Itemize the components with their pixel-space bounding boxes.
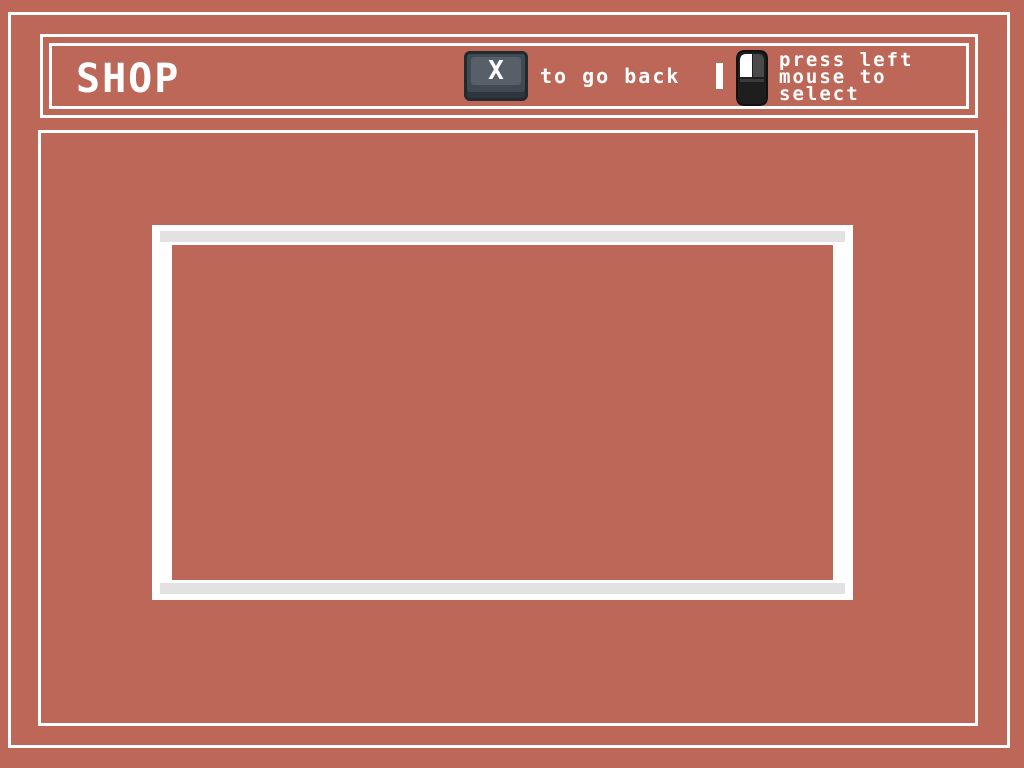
x-key-label: X [488, 56, 504, 86]
left-mouse-button-icon [736, 50, 768, 106]
shop-screen: SHOP X to go back press left mouse to se… [0, 0, 1024, 768]
shop-item-slot[interactable] [152, 225, 853, 600]
shop-header: SHOP X to go back press left mouse to se… [40, 34, 978, 118]
item-slot-inner [172, 245, 833, 580]
item-slot-bevel-top [160, 231, 845, 242]
item-slot-bevel-bottom [160, 583, 845, 594]
back-hint-text: to go back [540, 64, 681, 88]
page-title: SHOP [76, 56, 181, 102]
key-cap-top: X [471, 57, 521, 85]
header-inner-frame: SHOP X to go back press left mouse to se… [49, 43, 969, 109]
select-hint-line-3: select [779, 83, 860, 105]
hint-separator [716, 63, 723, 89]
x-key-icon[interactable]: X [464, 51, 528, 101]
select-hint-text: press left mouse to select [779, 51, 913, 105]
